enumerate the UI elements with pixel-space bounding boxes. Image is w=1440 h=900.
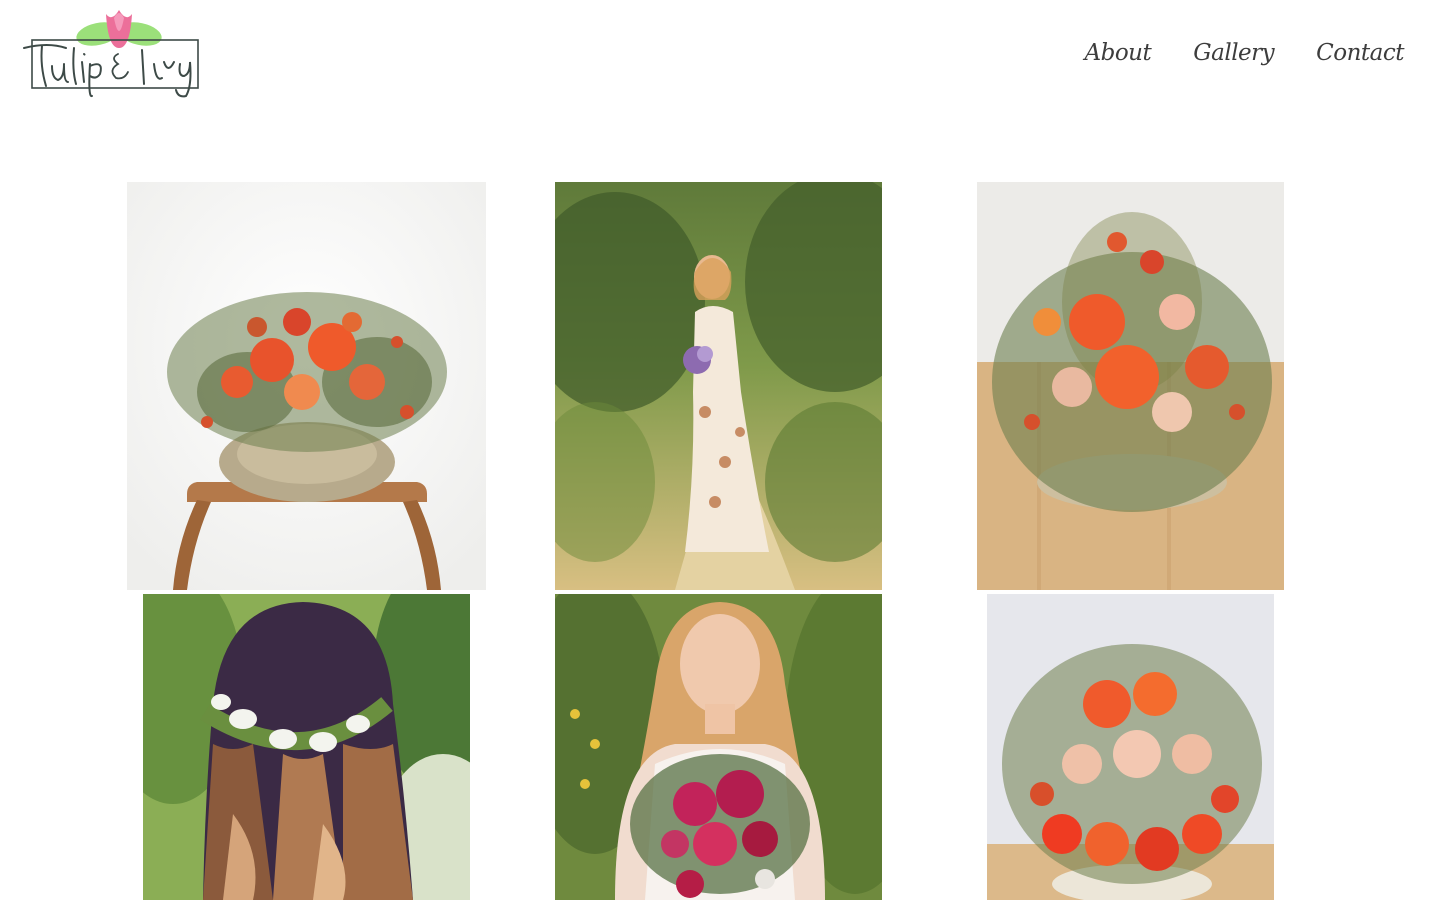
photo-image xyxy=(143,594,470,900)
nav-link-gallery[interactable]: Gallery xyxy=(1193,40,1274,66)
gallery-photo-pumpkin-arrangement-table[interactable] xyxy=(977,182,1284,590)
photo-image xyxy=(987,594,1274,900)
gallery-photo-bride-on-trail[interactable] xyxy=(555,182,882,590)
site-header: About Gallery Contact xyxy=(0,0,1440,120)
photo-image xyxy=(127,182,486,590)
logo-icon xyxy=(23,10,199,98)
photo-image xyxy=(555,182,882,590)
gallery-photo-pumpkin-top-view[interactable] xyxy=(987,594,1274,900)
nav-link-about[interactable]: About xyxy=(1085,40,1152,66)
main-nav: About Gallery Contact xyxy=(1085,40,1405,66)
gallery-photo-flower-crown[interactable] xyxy=(143,594,470,900)
nav-link-contact[interactable]: Contact xyxy=(1316,40,1404,66)
photo-image xyxy=(977,182,1284,590)
gallery-photo-bride-bouquet[interactable] xyxy=(555,594,882,900)
gallery-photo-pumpkin-centerpiece[interactable] xyxy=(127,182,486,590)
page: About Gallery Contact xyxy=(0,0,1440,900)
photo-image xyxy=(555,594,882,900)
tulip-and-ivy-logo[interactable] xyxy=(18,4,204,98)
